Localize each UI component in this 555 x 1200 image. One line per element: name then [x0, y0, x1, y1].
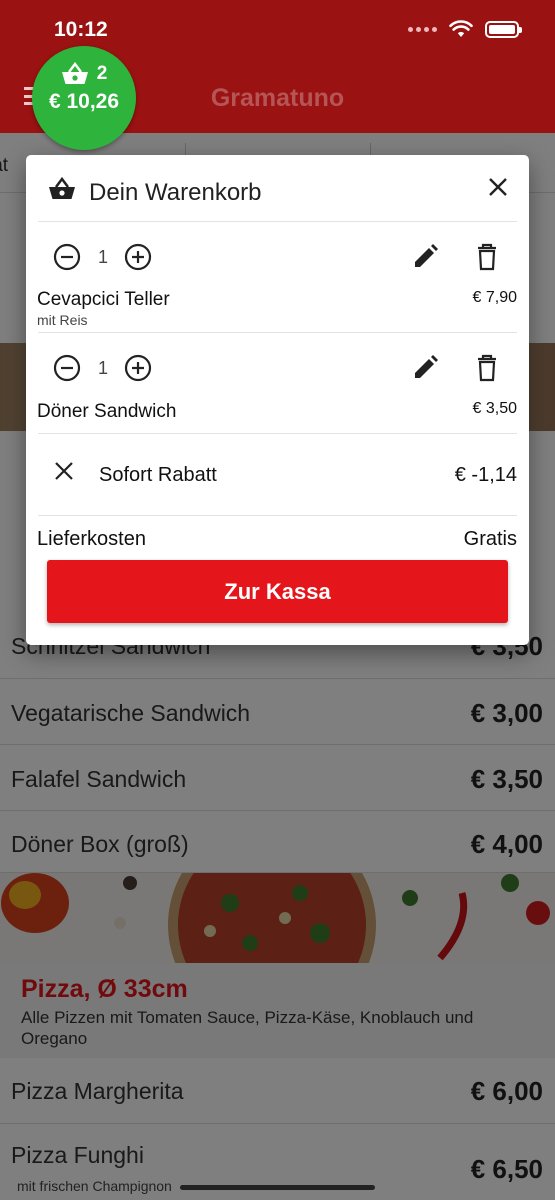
remove-discount-icon[interactable]: [53, 460, 75, 482]
battery-icon: [485, 20, 522, 38]
item-name: Cevapcici Teller: [37, 289, 170, 310]
cart-count: 2: [96, 63, 108, 84]
cart-dialog: Dein Warenkorb 1 Cevapcici Teller € 7,90…: [26, 155, 529, 645]
item-quantity: 1: [97, 358, 108, 378]
minus-icon[interactable]: [52, 242, 82, 272]
plus-icon[interactable]: [123, 353, 153, 383]
close-icon[interactable]: [488, 177, 508, 197]
divider: [38, 221, 517, 222]
status-icons: [408, 20, 522, 38]
dialog-header: Dein Warenkorb: [26, 155, 529, 221]
home-indicator[interactable]: [180, 1185, 375, 1190]
item-quantity: 1: [97, 247, 108, 267]
cart-total: € 10,26: [48, 90, 120, 113]
edit-icon[interactable]: [410, 353, 440, 383]
item-subtitle: mit Reis: [37, 312, 88, 328]
item-price: € 3,50: [472, 400, 517, 417]
item-price: € 7,90: [472, 289, 517, 306]
wifi-icon: [449, 20, 473, 37]
divider: [38, 332, 517, 333]
status-time: 10:12: [54, 18, 108, 41]
divider: [38, 515, 517, 516]
minus-icon[interactable]: [52, 353, 82, 383]
delete-icon[interactable]: [472, 353, 502, 383]
checkout-button[interactable]: Zur Kassa: [47, 560, 508, 623]
discount-label: Sofort Rabatt: [99, 464, 217, 486]
edit-icon[interactable]: [410, 242, 440, 272]
discount-value: € -1,14: [454, 464, 517, 486]
item-name: Döner Sandwich: [37, 401, 177, 422]
dialog-title: Dein Warenkorb: [89, 179, 262, 206]
plus-icon[interactable]: [123, 242, 153, 272]
basket-icon: [49, 177, 75, 199]
delivery-value: Gratis: [463, 528, 517, 550]
basket-icon: [61, 62, 88, 84]
divider: [38, 433, 517, 434]
delete-icon[interactable]: [472, 242, 502, 272]
signal-icon: [408, 26, 437, 32]
delivery-label: Lieferkosten: [37, 528, 146, 550]
cart-badge[interactable]: 2 € 10,26: [32, 46, 136, 150]
